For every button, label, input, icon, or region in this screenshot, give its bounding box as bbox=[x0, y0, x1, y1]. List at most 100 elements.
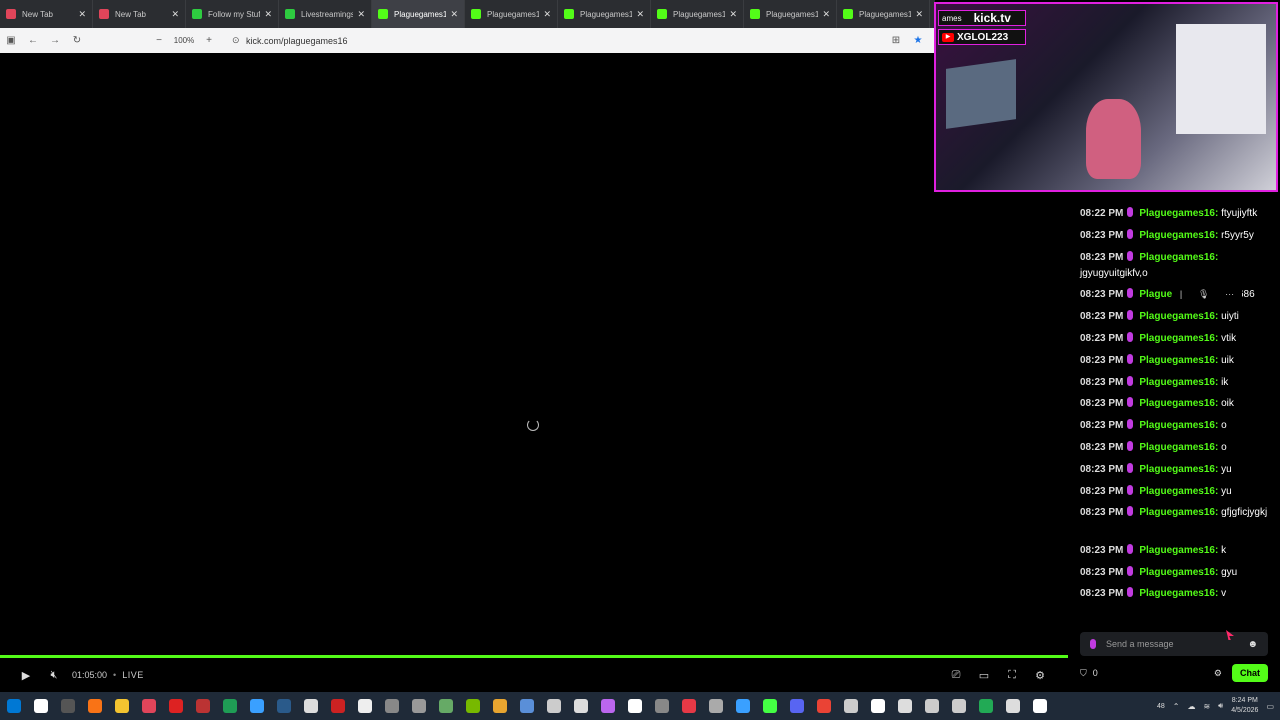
wifi-icon[interactable]: ≋ bbox=[1203, 702, 1210, 711]
message-username[interactable]: Plaguegames16: bbox=[1139, 398, 1218, 409]
theater-mode-icon[interactable]: ▭ bbox=[970, 669, 998, 682]
app-taskbar-icon[interactable] bbox=[567, 692, 594, 720]
cloud-icon[interactable]: ☁ bbox=[1187, 702, 1195, 711]
chat-input[interactable]: Send a message ☻ bbox=[1080, 632, 1268, 656]
browser-tab[interactable]: New Tab ✕ bbox=[0, 0, 93, 28]
tab-close-icon[interactable]: ✕ bbox=[357, 9, 365, 20]
tab-close-icon[interactable]: ✕ bbox=[264, 9, 272, 20]
chat-message[interactable]: 08:23 PM Plaguegames16: yu bbox=[1080, 462, 1276, 478]
edge-taskbar-icon[interactable] bbox=[216, 692, 243, 720]
file-explorer-taskbar-icon[interactable] bbox=[108, 692, 135, 720]
message-username[interactable]: Plaguegames16: bbox=[1139, 252, 1218, 263]
message-username[interactable]: Plaguegames16: bbox=[1139, 442, 1218, 453]
app-taskbar-icon[interactable] bbox=[540, 692, 567, 720]
browser-tab[interactable]: Plaguegames16 :✕ bbox=[558, 0, 651, 28]
browser-tab[interactable]: Livestreamingsite ✕ bbox=[279, 0, 372, 28]
discord-alt-taskbar-icon[interactable] bbox=[783, 692, 810, 720]
app-taskbar-icon[interactable] bbox=[945, 692, 972, 720]
message-username[interactable]: Plaguegames16: bbox=[1139, 464, 1218, 475]
browser-tab[interactable]: New Tab ✕ bbox=[93, 0, 186, 28]
message-username[interactable]: Plaguegames16: bbox=[1139, 377, 1218, 388]
chat-message[interactable]: 08:23 PM Plaguegames16: uiyti bbox=[1080, 309, 1276, 325]
nvidia-taskbar-icon[interactable] bbox=[432, 692, 459, 720]
tab-close-icon[interactable]: ✕ bbox=[729, 9, 737, 20]
chat-message[interactable]: 08:23 PM Plaguegames16: jgyugyuitgikfv,o bbox=[1080, 250, 1276, 281]
play-icon[interactable]: ▶ bbox=[12, 669, 40, 682]
obs-taskbar-icon[interactable] bbox=[324, 692, 351, 720]
app-taskbar-icon[interactable] bbox=[999, 692, 1026, 720]
settings-gear-icon[interactable]: ⚙ bbox=[1026, 669, 1054, 682]
app-taskbar-icon[interactable] bbox=[1026, 692, 1053, 720]
more-options-icon[interactable]: ··· bbox=[1225, 289, 1234, 299]
message-username[interactable]: Plaguegames16: bbox=[1139, 567, 1218, 578]
tab-close-icon[interactable]: ✕ bbox=[636, 9, 644, 20]
message-username[interactable]: Plaguegames16: bbox=[1139, 333, 1218, 344]
settings-taskbar-icon[interactable] bbox=[486, 692, 513, 720]
message-username[interactable]: Plaguegames16: bbox=[1139, 311, 1218, 322]
mute-icon[interactable]: 🔇︎ bbox=[40, 669, 68, 682]
chat-message[interactable]: 08:23 PM Plaguegames16: r5yyr5y bbox=[1080, 228, 1276, 244]
recorder-taskbar-icon[interactable] bbox=[162, 692, 189, 720]
clip-icon[interactable]: ⎚ bbox=[942, 669, 970, 682]
app-taskbar-icon[interactable] bbox=[756, 692, 783, 720]
app-taskbar-icon[interactable] bbox=[405, 692, 432, 720]
chat-message[interactable]: 08:23 PM Plaguegames16: v bbox=[1080, 586, 1276, 602]
browser-taskbar-icon[interactable] bbox=[135, 692, 162, 720]
app-taskbar-icon[interactable] bbox=[864, 692, 891, 720]
install-app-icon[interactable]: ⊞ bbox=[885, 35, 907, 46]
chat-message[interactable]: 08:23 PM Plaguegames16: oik bbox=[1080, 396, 1276, 412]
chat-message[interactable]: 08:23 PM Plaguegames16: yu bbox=[1080, 484, 1276, 500]
tab-close-icon[interactable]: ✕ bbox=[543, 9, 551, 20]
app-taskbar-icon[interactable] bbox=[837, 692, 864, 720]
tab-close-icon[interactable]: ✕ bbox=[78, 9, 86, 20]
discord-taskbar-icon[interactable] bbox=[378, 692, 405, 720]
message-username[interactable]: Plaguegames16: bbox=[1139, 545, 1218, 556]
message-username[interactable]: Plaguegames16: bbox=[1139, 355, 1218, 366]
forward-icon[interactable]: → bbox=[44, 35, 66, 46]
notifications-icon[interactable]: ▭ bbox=[1266, 702, 1274, 711]
message-username[interactable]: Plague bbox=[1139, 289, 1172, 300]
points-icon[interactable]: ⛉ bbox=[1080, 668, 1087, 679]
tray-arrow-icon[interactable]: ⌃ bbox=[1173, 702, 1180, 711]
app-taskbar-icon[interactable] bbox=[351, 692, 378, 720]
address-bar[interactable]: ⊙ kick.com/plaguegames16 bbox=[232, 35, 852, 46]
browser-tab[interactable]: Plaguegames16 ✕ bbox=[744, 0, 837, 28]
app-taskbar-icon[interactable] bbox=[729, 692, 756, 720]
reload-icon[interactable]: ↻ bbox=[66, 35, 88, 46]
site-info-icon[interactable]: ⊙ bbox=[232, 35, 246, 46]
browser-tab[interactable]: Plaguegames16 :✕ bbox=[651, 0, 744, 28]
chat-settings-icon[interactable]: ⚙ bbox=[1214, 668, 1222, 679]
chat-message[interactable]: 08:23 PM Plaguegames16: uik bbox=[1080, 353, 1276, 369]
app-taskbar-icon[interactable] bbox=[621, 692, 648, 720]
browser-tab[interactable]: Follow my Stuff |✕ bbox=[186, 0, 279, 28]
message-username[interactable]: Plaguegames16: bbox=[1139, 420, 1218, 431]
firefox-taskbar-icon[interactable] bbox=[81, 692, 108, 720]
chat-message[interactable]: 08:23 PM Plaguegames16: gyu bbox=[1080, 565, 1276, 581]
fullscreen-icon[interactable]: ⛶ bbox=[998, 669, 1026, 682]
edge-alt-taskbar-icon[interactable] bbox=[243, 692, 270, 720]
message-username[interactable]: Plaguegames16: bbox=[1139, 507, 1218, 518]
chat-message[interactable]: 08:23 PM Plaguegames16: k bbox=[1080, 543, 1276, 559]
app-taskbar-icon[interactable] bbox=[513, 692, 540, 720]
app-taskbar-icon[interactable] bbox=[918, 692, 945, 720]
app-taskbar-icon[interactable] bbox=[891, 692, 918, 720]
chat-send-button[interactable]: Chat bbox=[1232, 664, 1268, 682]
chrome-taskbar-icon[interactable] bbox=[810, 692, 837, 720]
tab-close-icon[interactable]: ✕ bbox=[171, 9, 179, 20]
chat-message[interactable]: 08:23 PM Plaguegames16: ik bbox=[1080, 375, 1276, 391]
message-username[interactable]: Plaguegames16: bbox=[1139, 208, 1218, 219]
app-taskbar-icon[interactable] bbox=[702, 692, 729, 720]
message-username[interactable]: Plaguegames16: bbox=[1139, 588, 1218, 599]
zoom-in-icon[interactable]: + bbox=[198, 35, 220, 46]
chat-message[interactable]: 08:23 PM Plaguegames16: gfjgficjygkj bbox=[1080, 505, 1276, 521]
app-taskbar-icon[interactable] bbox=[189, 692, 216, 720]
media-taskbar-icon[interactable] bbox=[297, 692, 324, 720]
video-player[interactable] bbox=[0, 53, 1068, 655]
sidebar-toggle-icon[interactable]: ▣ bbox=[0, 35, 22, 46]
emoji-icon[interactable]: ☻ bbox=[1247, 639, 1258, 650]
app-taskbar-icon[interactable] bbox=[459, 692, 486, 720]
mic-action-icon[interactable]: 🎙︎ bbox=[1198, 289, 1209, 300]
chat-message[interactable]: 08:22 PM Plaguegames16: ftyujiyftk bbox=[1080, 206, 1276, 222]
back-icon[interactable]: ← bbox=[22, 35, 44, 46]
app-taskbar-icon[interactable] bbox=[675, 692, 702, 720]
